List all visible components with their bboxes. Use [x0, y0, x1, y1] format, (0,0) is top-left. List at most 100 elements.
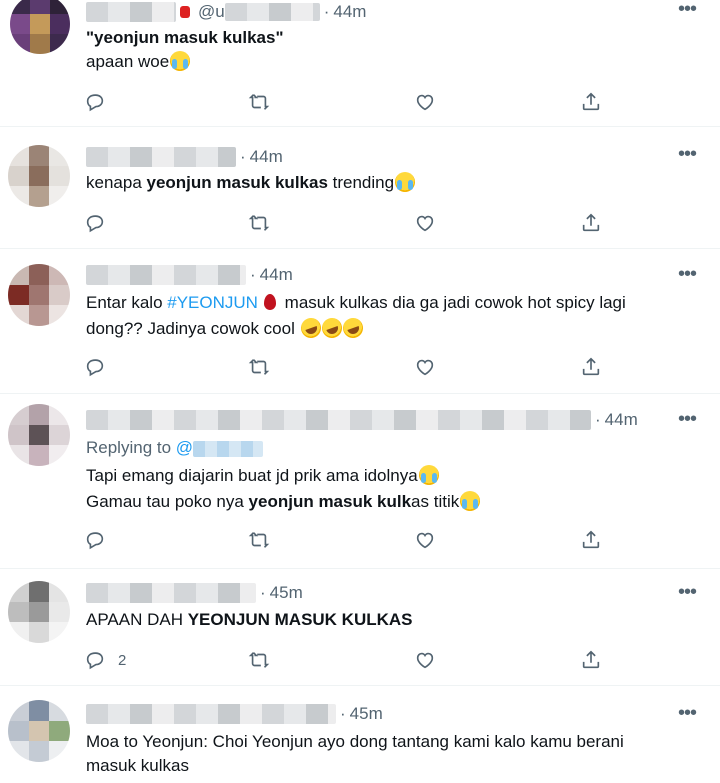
reply-button[interactable]	[84, 355, 118, 379]
avatar[interactable]	[10, 0, 70, 54]
more-icon[interactable]: •••	[674, 582, 700, 605]
retweet-button[interactable]	[248, 528, 270, 552]
avatar[interactable]	[8, 264, 70, 326]
more-icon[interactable]: •••	[674, 0, 700, 22]
reply-icon	[86, 215, 104, 233]
tweet[interactable]: · 44m ••• kenapa yeonjun masuk kulkas tr…	[0, 127, 720, 249]
tweet-text-line: Entar kalo #YEONJUN masuk kulkas dia ga …	[86, 291, 626, 315]
tweet-header: · 44m	[86, 263, 293, 287]
avatar-image	[10, 0, 70, 54]
tweet[interactable]: · 44m ••• Entar kalo #YEONJUN masuk kulk…	[0, 249, 720, 394]
text: Gamau tau poko nya	[86, 492, 249, 511]
rolling-on-floor-laughing-icon	[297, 315, 324, 341]
like-button[interactable]	[414, 211, 436, 235]
text: trending	[327, 173, 395, 192]
reply-count: 2	[118, 651, 127, 669]
display-name-redacted[interactable]	[86, 583, 256, 603]
loudly-crying-face-icon	[395, 172, 416, 192]
timestamp[interactable]: 45m	[270, 583, 303, 603]
more-icon[interactable]: •••	[674, 264, 700, 287]
more-icon[interactable]: •••	[674, 409, 700, 432]
rolling-on-floor-laughing-icon	[318, 315, 345, 341]
reply-icon	[86, 652, 104, 670]
avatar[interactable]	[8, 404, 70, 466]
reply-button[interactable]	[84, 211, 118, 235]
retweet-icon	[248, 532, 270, 548]
tweet-text-line: Tapi emang diajarin buat jd prik ama ido…	[86, 464, 439, 488]
bold-text: YEONJUN MASUK KULKAS	[187, 610, 413, 629]
reply-button[interactable]	[84, 528, 118, 552]
mention-redacted[interactable]	[193, 440, 264, 457]
like-button[interactable]	[414, 355, 436, 379]
loudly-crying-face-icon	[418, 465, 439, 485]
drop-of-blood-icon	[263, 294, 276, 310]
tweet-header: · 45m	[86, 581, 303, 605]
like-button[interactable]	[414, 90, 436, 114]
share-icon	[582, 530, 600, 549]
tweet-actions: 2	[84, 648, 604, 672]
share-button[interactable]	[580, 90, 602, 114]
retweet-button[interactable]	[248, 211, 270, 235]
reply-button[interactable]	[84, 90, 118, 114]
text: apaan woe	[86, 52, 170, 71]
timestamp[interactable]: 44m	[605, 410, 638, 430]
hashtag-link[interactable]: #YEONJUN	[167, 293, 258, 312]
tweet-text-line: Moa to Yeonjun: Choi Yeonjun ayo dong ta…	[86, 730, 624, 754]
share-button[interactable]	[580, 648, 602, 672]
display-name-redacted[interactable]	[86, 147, 236, 167]
share-button[interactable]	[580, 211, 602, 235]
retweet-button[interactable]	[248, 355, 270, 379]
timestamp[interactable]: 44m	[333, 2, 366, 22]
reply-icon	[86, 94, 104, 112]
avatar[interactable]	[8, 581, 70, 643]
loudly-crying-face-icon	[170, 51, 191, 71]
bold-text: "yeonjun masuk kulkas"	[86, 28, 284, 47]
text: Moa to Yeonjun: Choi Yeonjun ayo dong ta…	[86, 732, 624, 751]
reply-button[interactable]: 2	[84, 648, 126, 672]
handle-prefix[interactable]: @u	[198, 2, 225, 22]
share-icon	[582, 213, 600, 232]
tweet-actions	[84, 211, 604, 235]
timestamp[interactable]: 44m	[260, 265, 293, 285]
loudly-crying-face-icon	[460, 491, 481, 511]
more-icon[interactable]: •••	[674, 144, 700, 167]
tweet-header: @u · 44m	[86, 0, 366, 24]
avatar-image	[8, 581, 70, 643]
avatar[interactable]	[8, 145, 70, 207]
tweet-text-line: Gamau tau poko nya yeonjun masuk kulkas …	[86, 490, 481, 514]
tweet[interactable]: · 45m ••• APAAN DAH YEONJUN MASUK KULKAS…	[0, 569, 720, 686]
retweet-button[interactable]	[248, 648, 270, 672]
retweet-button[interactable]	[248, 90, 270, 114]
tweet[interactable]: · 45m ••• Moa to Yeonjun: Choi Yeonjun a…	[0, 686, 720, 783]
timestamp[interactable]: 45m	[350, 704, 383, 724]
tweet[interactable]: @u · 44m ••• "yeonjun masuk kulkas" apaa…	[0, 0, 720, 127]
avatar-image	[8, 145, 70, 207]
handle-redacted[interactable]	[224, 3, 320, 21]
tweet-header: · 45m	[86, 702, 383, 726]
text: dong?? Jadinya cowok cool	[86, 319, 300, 338]
display-name-redacted[interactable]	[86, 410, 591, 430]
like-icon	[416, 532, 434, 549]
share-button[interactable]	[580, 528, 602, 552]
text: masuk kulkas	[86, 756, 189, 775]
display-name-redacted[interactable]	[86, 704, 336, 724]
tweet-actions	[84, 90, 604, 114]
display-name-redacted[interactable]	[86, 265, 246, 285]
text: APAAN DAH	[86, 610, 188, 629]
avatar[interactable]	[8, 700, 70, 762]
tweet-header: · 44m	[86, 408, 638, 432]
replying-to-mention[interactable]: @	[176, 438, 193, 457]
retweet-icon	[248, 652, 270, 668]
timestamp[interactable]: 44m	[250, 147, 283, 167]
avatar-image	[8, 264, 70, 326]
replying-to: Replying to @	[86, 438, 264, 458]
display-name-redacted[interactable]	[86, 2, 176, 22]
more-icon[interactable]: •••	[674, 703, 700, 726]
tweet-text-line: APAAN DAH YEONJUN MASUK KULKAS	[86, 608, 413, 632]
tweet[interactable]: · 44m ••• Replying to @ Tapi emang diaja…	[0, 394, 720, 569]
replying-to-label: Replying to	[86, 438, 172, 457]
text: Tapi emang diajarin buat jd prik ama ido…	[86, 466, 418, 485]
like-button[interactable]	[414, 648, 436, 672]
share-button[interactable]	[580, 355, 602, 379]
like-button[interactable]	[414, 528, 436, 552]
